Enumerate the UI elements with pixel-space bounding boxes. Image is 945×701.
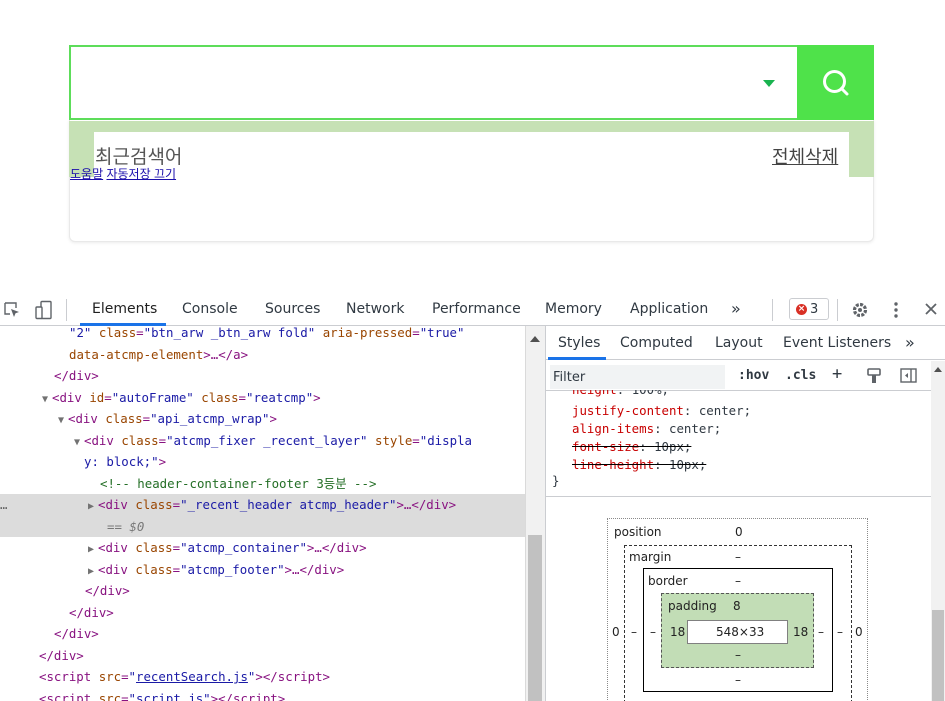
tab-layout[interactable]: Layout <box>715 335 763 351</box>
box-model-position-left[interactable]: 0 <box>612 625 620 639</box>
styles-tabbar: Styles Computed Layout Event Listeners » <box>546 326 945 360</box>
new-style-rule-button[interactable]: + <box>832 364 842 384</box>
recent-header <box>94 132 849 177</box>
box-model-margin-value[interactable]: – <box>735 550 741 564</box>
dom-node-atcmp-container[interactable]: ▶ <div class="atcmp_container">…</div> <box>88 537 545 559</box>
css-declaration[interactable]: justify-content: center; <box>572 402 751 420</box>
tab-performance[interactable]: Performance <box>432 301 521 317</box>
dropdown-arrow-icon[interactable] <box>763 80 775 87</box>
box-model-position-right[interactable]: 0 <box>855 625 863 639</box>
box-model-padding-left[interactable]: 18 <box>670 625 685 639</box>
toggle-sidebar-icon[interactable] <box>900 368 917 383</box>
delete-all-link[interactable]: 전체삭제 <box>772 143 838 169</box>
box-model-margin-left[interactable]: – <box>631 625 637 639</box>
error-icon: × <box>796 303 807 315</box>
tab-computed[interactable]: Computed <box>620 335 693 351</box>
box-model-padding-value[interactable]: 8 <box>733 599 741 613</box>
active-subtab-indicator <box>548 357 606 360</box>
box-model-margin-label: margin <box>629 550 672 564</box>
search-input[interactable] <box>69 45 874 120</box>
search-button[interactable] <box>797 45 874 120</box>
error-count-badge[interactable]: × 3 <box>789 298 829 320</box>
more-tabs-button[interactable]: » <box>731 299 741 318</box>
styles-scrollbar-thumb[interactable] <box>932 610 944 701</box>
box-model-border-label: border <box>648 574 688 588</box>
box-model-margin-right[interactable]: – <box>837 625 843 639</box>
section-divider <box>546 496 931 497</box>
error-count: 3 <box>810 301 819 317</box>
dom-node-autoframe[interactable]: ▼ <div id="autoFrame" class="reatcmp"> <box>42 387 545 409</box>
box-model-position-label: position <box>614 525 662 539</box>
paint-brush-icon[interactable] <box>866 368 882 384</box>
tab-sources[interactable]: Sources <box>265 301 320 317</box>
inspect-element-icon[interactable] <box>4 302 20 318</box>
elements-tree: "2" class="btn_arw _btn_arw fold" aria-p… <box>0 326 545 701</box>
box-model-content-size[interactable]: 548×33 <box>716 625 764 639</box>
autocomplete-footer: 도움말 자동저장 끄기 <box>70 165 176 182</box>
tab-application[interactable]: Application <box>630 301 708 317</box>
box-model-border-right[interactable]: – <box>818 625 824 639</box>
device-toolbar-icon[interactable] <box>34 300 54 320</box>
dom-node-line[interactable]: </div> <box>54 365 545 387</box>
tab-elements[interactable]: Elements <box>92 301 157 317</box>
autosave-off-link[interactable]: 자동저장 끄기 <box>106 167 176 181</box>
scroll-up-arrow-icon[interactable] <box>934 367 942 372</box>
dom-node-line[interactable]: </div> <box>85 580 545 602</box>
box-model-padding-right[interactable]: 18 <box>793 625 808 639</box>
scroll-up-arrow-icon[interactable] <box>530 336 540 342</box>
dom-node-line[interactable]: </div> <box>54 623 545 645</box>
search-icon <box>822 69 848 95</box>
box-model-position-value[interactable]: 0 <box>735 525 743 539</box>
css-declaration[interactable]: align-items: center; <box>572 420 721 438</box>
dom-node-line[interactable]: data-atcmp-element>…</a> <box>69 344 545 366</box>
dom-node-api-atcmp-wrap[interactable]: ▼ <div class="api_atcmp_wrap"> <box>58 408 545 430</box>
box-model-border-value[interactable]: – <box>735 574 741 588</box>
css-rule-close-brace: } <box>552 473 560 488</box>
gear-icon[interactable] <box>851 301 869 319</box>
styles-filter-input[interactable] <box>550 365 725 389</box>
dom-node-line[interactable]: </div> <box>69 602 545 624</box>
dom-node-selected[interactable]: … ▶ <div class="_recent_header atcmp_head… <box>0 494 525 537</box>
dom-node-script[interactable]: <script src="recentSearch.js"></script> <box>39 666 545 688</box>
hov-toggle[interactable]: :hov <box>738 368 769 383</box>
css-declaration-overridden[interactable]: font-size: 10px; <box>572 438 691 456</box>
box-model-padding-bottom[interactable]: – <box>735 648 741 662</box>
help-link[interactable]: 도움말 <box>70 167 103 181</box>
dom-node-script[interactable]: <script src="script.js"></script> <box>39 688 545 701</box>
cls-toggle[interactable]: .cls <box>785 368 816 383</box>
tab-event-listeners[interactable]: Event Listeners <box>783 335 891 351</box>
close-icon[interactable] <box>924 302 938 316</box>
dom-node-line[interactable]: y: block;"> <box>84 451 545 473</box>
elements-scrollbar-thumb[interactable] <box>528 535 542 701</box>
tab-memory[interactable]: Memory <box>545 301 602 317</box>
box-model-border-left[interactable]: – <box>650 625 656 639</box>
dom-node-line[interactable]: </div> <box>39 645 545 667</box>
kebab-icon[interactable] <box>891 301 901 319</box>
css-declaration-overridden[interactable]: line-height: 10px; <box>572 456 706 474</box>
tab-console[interactable]: Console <box>182 301 238 317</box>
box-model-border-bottom[interactable]: – <box>735 673 741 687</box>
dom-node-atcmp-footer[interactable]: ▶ <div class="atcmp_footer">…</div> <box>88 559 545 581</box>
box-model-padding-label: padding <box>668 599 717 613</box>
dom-node-comment[interactable]: <!-- header-container-footer 3등분 --> <box>100 473 545 495</box>
tab-styles[interactable]: Styles <box>558 335 600 351</box>
dom-node-line[interactable]: "2" class="btn_arw _btn_arw fold" aria-p… <box>69 326 545 344</box>
dom-node-atcmp-fixer[interactable]: ▼ <div class="atcmp_fixer _recent_layer" … <box>74 430 545 452</box>
more-subtabs-button[interactable]: » <box>905 333 915 352</box>
tab-network[interactable]: Network <box>346 301 404 317</box>
